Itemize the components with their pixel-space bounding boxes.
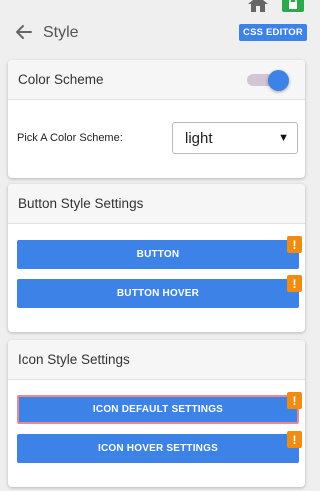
color-scheme-select[interactable]: light ▼ (172, 122, 298, 154)
css-editor-button[interactable]: CSS EDITOR (239, 24, 307, 41)
top-bar: Style CSS EDITOR (0, 0, 312, 58)
button-settings-button[interactable]: BUTTON (17, 240, 299, 269)
warning-icon[interactable]: ! (287, 392, 302, 409)
warning-icon[interactable]: ! (287, 431, 302, 448)
icon-style-title: Icon Style Settings (18, 352, 130, 367)
lock-icon[interactable] (282, 0, 304, 12)
color-scheme-header: Color Scheme (8, 60, 305, 100)
color-scheme-card: Color Scheme Pick A Color Scheme: light … (8, 60, 305, 178)
home-icon[interactable] (248, 0, 268, 12)
arrow-left-icon[interactable] (14, 22, 34, 42)
warning-icon[interactable]: ! (287, 236, 302, 253)
color-scheme-title: Color Scheme (18, 72, 104, 87)
color-scheme-toggle[interactable] (245, 70, 291, 91)
button-style-header: Button Style Settings (8, 184, 305, 224)
icon-style-header: Icon Style Settings (8, 340, 305, 380)
button-style-card: Button Style Settings BUTTON BUTTON HOVE… (8, 184, 305, 332)
icon-hover-settings-button[interactable]: ICON HOVER SETTINGS (17, 434, 299, 463)
toggle-thumb (268, 70, 289, 91)
button-style-title: Button Style Settings (18, 196, 144, 211)
warning-icon[interactable]: ! (287, 275, 302, 292)
icon-default-settings-button[interactable]: ICON DEFAULT SETTINGS (17, 395, 299, 424)
pick-color-scheme-label: Pick A Color Scheme: (17, 132, 123, 144)
page-title: Style (43, 24, 79, 41)
color-scheme-selected-value: light (185, 129, 213, 147)
caret-down-icon: ▼ (278, 132, 289, 144)
icon-style-card: Icon Style Settings ICON DEFAULT SETTING… (8, 340, 305, 487)
button-hover-settings-button[interactable]: BUTTON HOVER (17, 279, 299, 308)
